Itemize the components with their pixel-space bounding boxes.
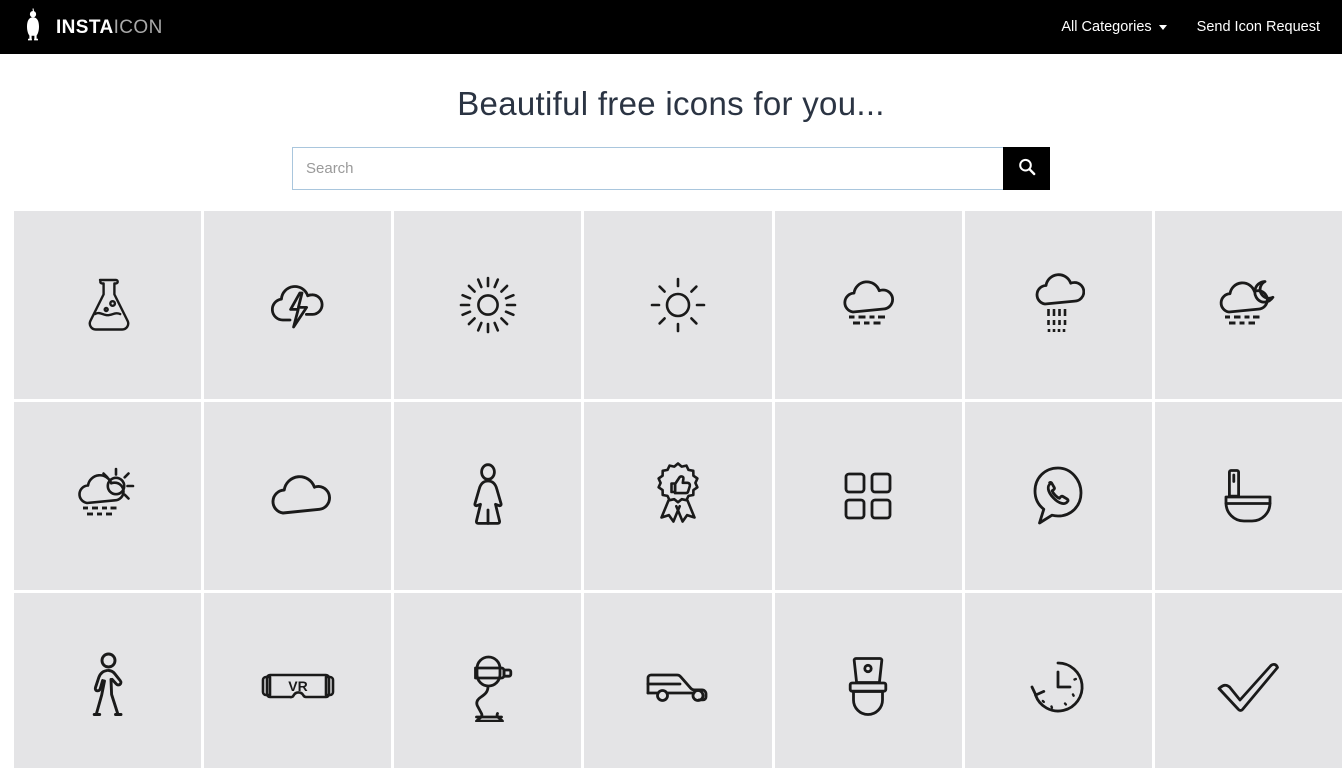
sun-rays-icon [457, 274, 519, 336]
bathtub-icon [1220, 466, 1276, 526]
icon-cell-cloud-fog[interactable] [774, 211, 962, 400]
chevron-down-icon [1158, 24, 1167, 30]
icon-cell-award-thumbs-up[interactable] [584, 402, 772, 591]
person-vr-headset-icon [459, 652, 517, 723]
icon-cell-cloud-rain[interactable] [964, 211, 1152, 400]
nav-send-icon-request[interactable]: Send Icon Request [1197, 19, 1320, 35]
icon-cell-cloud[interactable] [204, 402, 392, 591]
vr-goggles-icon: VR [260, 667, 336, 707]
search-group [292, 147, 1050, 191]
top-navbar: INSTAICON All Categories Send Icon Reque… [0, 0, 1342, 54]
search-input[interactable] [292, 147, 1003, 191]
cloud-lightning-icon [266, 276, 330, 334]
vr-goggles-label: VR [288, 678, 307, 694]
person-figure-icon [22, 7, 44, 47]
icon-grid: VR [14, 211, 1342, 768]
brand-text: INSTAICON [56, 18, 163, 37]
icon-cell-cloud-lightning[interactable] [204, 211, 392, 400]
flask-icon [79, 274, 137, 336]
brand-logo[interactable]: INSTAICON [22, 7, 163, 47]
icon-cell-bathtub[interactable] [1154, 402, 1342, 591]
icon-cell-vr-goggles[interactable]: VR [204, 593, 392, 768]
moon-cloud-fog-icon [1215, 277, 1281, 333]
icon-cell-moon-cloud-fog[interactable] [1154, 211, 1342, 400]
whatsapp-phone-icon [1029, 465, 1087, 527]
grid-squares-icon [842, 470, 894, 522]
cloud-icon [265, 472, 331, 520]
search-icon [1017, 157, 1037, 180]
woman-icon [468, 463, 508, 529]
cloud-rain-icon [1031, 272, 1086, 338]
icon-cell-van[interactable] [584, 593, 772, 768]
navbar-links: All Categories Send Icon Request [1061, 19, 1328, 35]
icon-cell-person-vr-headset[interactable] [394, 593, 582, 768]
nav-all-categories-label: All Categories [1061, 19, 1152, 35]
award-thumbs-up-icon [649, 461, 707, 531]
cloud-fog-icon [837, 278, 899, 332]
icon-cell-sun-cloud-fog[interactable] [14, 402, 202, 591]
icon-cell-checkmark[interactable] [1154, 593, 1342, 768]
sun-icon [649, 276, 707, 334]
checkmark-icon [1215, 661, 1281, 713]
icon-cell-grid-squares[interactable] [774, 402, 962, 591]
brand-text-primary: INSTA [56, 16, 114, 38]
icon-cell-whatsapp-phone[interactable] [964, 402, 1152, 591]
van-icon [643, 665, 713, 709]
icon-cell-walking-person[interactable] [14, 593, 202, 768]
icon-cell-woman[interactable] [394, 402, 582, 591]
brand-text-secondary: ICON [113, 16, 163, 38]
icon-cell-toilet[interactable] [774, 593, 962, 768]
search-section [0, 147, 1342, 191]
search-button[interactable] [1003, 147, 1050, 191]
sun-cloud-fog-icon [74, 465, 142, 527]
nav-send-icon-request-label: Send Icon Request [1196, 19, 1320, 35]
icon-cell-sun[interactable] [584, 211, 772, 400]
nav-all-categories[interactable]: All Categories [1061, 19, 1167, 35]
toilet-icon [844, 654, 892, 720]
icon-cell-sun-rays[interactable] [394, 211, 582, 400]
walking-person-icon [86, 652, 130, 722]
icon-cell-flask[interactable] [14, 211, 202, 400]
hero-section: Beautiful free icons for you... [0, 54, 1342, 191]
icon-cell-clock-history[interactable] [964, 593, 1152, 768]
clock-history-icon [1029, 658, 1087, 716]
page-title: Beautiful free icons for you... [457, 85, 885, 122]
